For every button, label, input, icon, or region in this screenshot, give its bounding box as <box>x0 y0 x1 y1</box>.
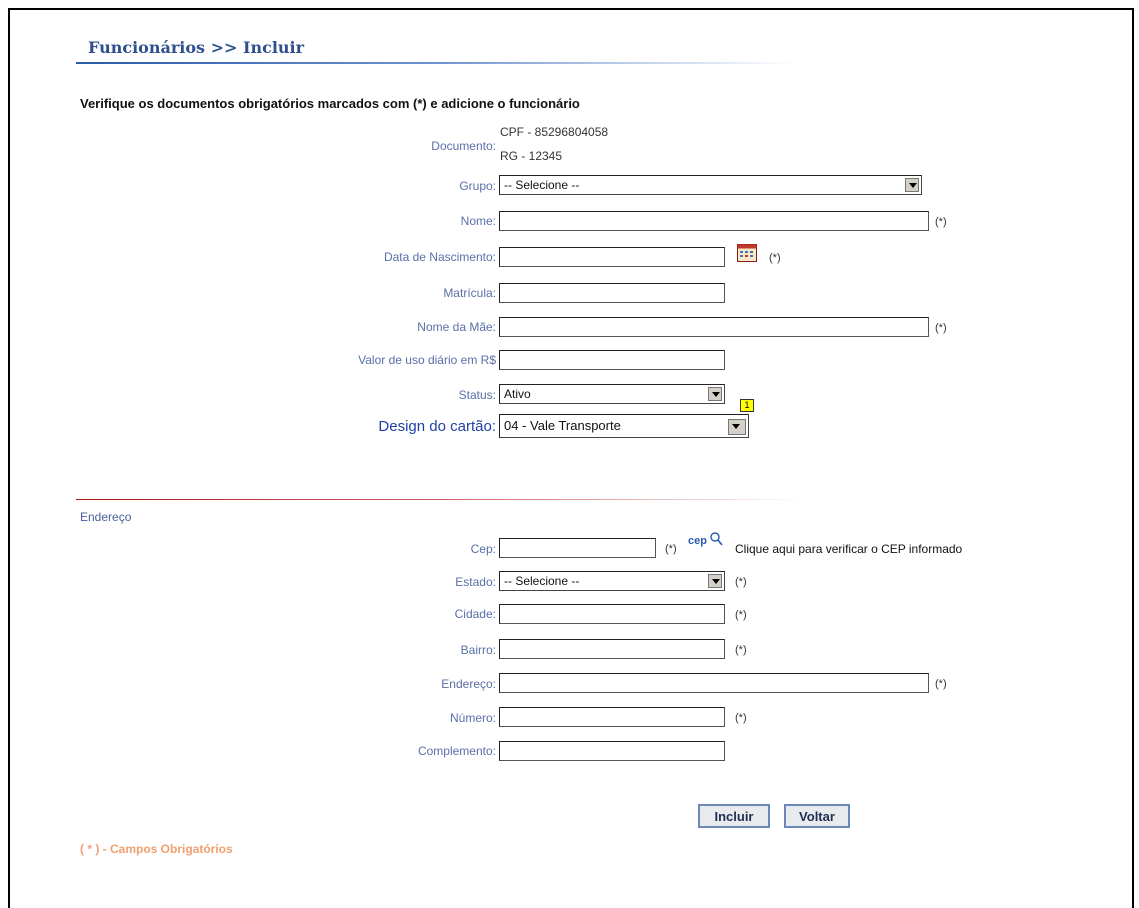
title-underline <box>76 62 796 64</box>
voltar-button[interactable]: Voltar <box>784 804 850 828</box>
nome-required: (*) <box>935 216 947 228</box>
bairro-input[interactable] <box>499 639 725 659</box>
numero-input[interactable] <box>499 707 725 727</box>
endereco-input[interactable] <box>499 673 929 693</box>
cep-check-link[interactable]: Clique aqui para verificar o CEP informa… <box>735 542 962 556</box>
nascimento-label: Data de Nascimento: <box>383 250 496 264</box>
valor-label: Valor de uso diário em R$ <box>358 353 496 367</box>
svg-text:cep: cep <box>688 535 707 547</box>
grupo-select-value: -- Selecione -- <box>504 178 580 192</box>
cep-required: (*) <box>665 543 677 555</box>
chevron-down-icon[interactable] <box>708 574 722 588</box>
documento-label: Documento: <box>431 139 496 153</box>
estado-select-value: -- Selecione -- <box>504 574 580 588</box>
complemento-label: Complemento: <box>417 744 496 758</box>
estado-select[interactable]: -- Selecione -- <box>499 571 725 591</box>
cidade-input[interactable] <box>499 604 725 624</box>
bairro-label: Bairro: <box>460 643 496 657</box>
page-frame <box>8 8 1134 908</box>
chevron-down-icon[interactable] <box>905 178 919 192</box>
grupo-label: Grupo: <box>459 179 496 193</box>
estado-required: (*) <box>735 576 747 588</box>
nome-mae-label: Nome da Mãe: <box>417 320 496 334</box>
endereco-label: Endereço: <box>441 677 496 691</box>
matricula-label: Matrícula: <box>443 286 496 300</box>
design-select-value: 04 - Vale Transporte <box>504 418 621 433</box>
section-divider <box>76 499 806 500</box>
matricula-input[interactable] <box>499 283 725 303</box>
bairro-required: (*) <box>735 644 747 656</box>
cidade-required: (*) <box>735 609 747 621</box>
design-select[interactable]: 04 - Vale Transporte <box>499 414 749 438</box>
intro-text: Verifique os documentos obrigatórios mar… <box>80 96 580 111</box>
cep-label: Cep: <box>470 542 496 556</box>
endereco-section-title: Endereço <box>80 510 132 524</box>
numero-required: (*) <box>735 712 747 724</box>
nome-mae-required: (*) <box>935 322 947 334</box>
cidade-label: Cidade: <box>454 607 496 621</box>
nascimento-required: (*) <box>769 252 781 264</box>
chevron-down-icon[interactable] <box>708 387 722 401</box>
endereco-required: (*) <box>935 678 947 690</box>
estado-label: Estado: <box>455 575 496 589</box>
documento-rg: RG - 12345 <box>500 149 563 163</box>
status-label: Status: <box>458 388 496 402</box>
required-footnote: ( * ) - Campos Obrigatórios <box>80 842 233 856</box>
status-select-value: Ativo <box>504 387 531 401</box>
nome-label: Nome: <box>460 214 496 228</box>
page-title: Funcionários >> Incluir <box>88 38 305 57</box>
nome-mae-input[interactable] <box>499 317 929 337</box>
nome-input[interactable] <box>499 211 929 231</box>
grupo-select[interactable]: -- Selecione -- <box>499 175 922 195</box>
chevron-down-icon[interactable] <box>728 419 746 435</box>
design-label: Design do cartão: <box>378 418 496 435</box>
cep-input[interactable] <box>499 538 656 558</box>
nascimento-input[interactable] <box>499 247 725 267</box>
step-badge: 1 <box>740 399 754 412</box>
cep-search-icon[interactable]: cep <box>688 531 728 549</box>
valor-input[interactable] <box>499 350 725 370</box>
documento-cpf: CPF - 85296804058 <box>500 125 609 139</box>
status-select[interactable]: Ativo <box>499 384 725 404</box>
numero-label: Número: <box>449 711 496 725</box>
calendar-icon[interactable] <box>737 244 757 262</box>
complemento-input[interactable] <box>499 741 725 761</box>
incluir-button[interactable]: Incluir <box>698 804 770 828</box>
